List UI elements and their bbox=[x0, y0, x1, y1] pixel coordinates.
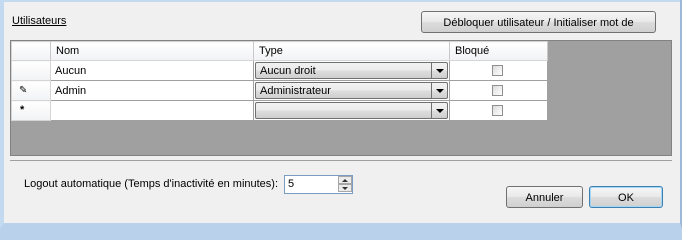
name-cell[interactable]: Admin bbox=[50, 80, 254, 101]
blocked-cell bbox=[449, 80, 548, 101]
logout-minutes-value[interactable]: 5 bbox=[288, 178, 294, 190]
type-cell: Administrateur bbox=[253, 80, 450, 101]
type-combobox[interactable] bbox=[255, 102, 448, 119]
corner-cell[interactable] bbox=[11, 41, 51, 61]
dropdown-arrow-icon[interactable] bbox=[431, 63, 447, 78]
name-cell[interactable]: Aucun bbox=[50, 60, 254, 81]
type-combobox-value: Administrateur bbox=[260, 85, 331, 97]
unlock-user-button[interactable]: Débloquer utilisateur / Initialiser mot … bbox=[421, 11, 656, 49]
users-table: Nom Type Bloqué Aucun Aucun droit ✎ Admi… bbox=[11, 41, 548, 121]
table-row-new: * bbox=[11, 100, 548, 121]
users-section-title: Utilisateurs bbox=[12, 15, 67, 27]
cancel-button[interactable]: Annuler bbox=[506, 186, 583, 208]
blocked-checkbox[interactable] bbox=[492, 65, 503, 76]
users-grid: Nom Type Bloqué Aucun Aucun droit ✎ Admi… bbox=[10, 40, 672, 156]
blocked-cell bbox=[449, 60, 548, 81]
top-border bbox=[4, 0, 680, 2]
logout-minutes-spinner[interactable]: 5 bbox=[284, 175, 353, 194]
type-combobox[interactable]: Aucun droit bbox=[255, 62, 448, 79]
type-combobox[interactable]: Administrateur bbox=[255, 82, 448, 99]
blocked-checkbox[interactable] bbox=[492, 85, 503, 96]
divider bbox=[10, 160, 672, 161]
header-row: Nom Type Bloqué bbox=[11, 41, 548, 61]
spin-up-icon[interactable] bbox=[338, 176, 352, 184]
new-row-icon: * bbox=[20, 104, 25, 116]
logout-label: Logout automatique (Temps d'inactivité e… bbox=[24, 178, 279, 190]
row-header[interactable]: ✎ bbox=[11, 80, 51, 101]
blocked-cell bbox=[449, 100, 548, 121]
type-cell: Aucun droit bbox=[253, 60, 450, 81]
column-header-nom[interactable]: Nom bbox=[50, 41, 254, 61]
type-combobox-value: Aucun droit bbox=[260, 65, 316, 77]
spin-down-icon[interactable] bbox=[338, 184, 352, 192]
spinner-buttons bbox=[338, 176, 352, 193]
ok-button[interactable]: OK bbox=[589, 186, 663, 208]
blocked-checkbox[interactable] bbox=[492, 105, 503, 116]
table-row: Aucun Aucun droit bbox=[11, 60, 548, 81]
column-header-bloque[interactable]: Bloqué bbox=[449, 41, 548, 61]
row-header[interactable]: * bbox=[11, 100, 51, 121]
pencil-icon: ✎ bbox=[19, 85, 28, 96]
dropdown-arrow-icon[interactable] bbox=[431, 103, 447, 118]
type-cell bbox=[253, 100, 450, 121]
name-cell[interactable] bbox=[50, 100, 254, 121]
row-header[interactable] bbox=[11, 60, 51, 81]
dropdown-arrow-icon[interactable] bbox=[431, 83, 447, 98]
column-header-type[interactable]: Type bbox=[253, 41, 450, 61]
table-row: ✎ Admin Administrateur bbox=[11, 80, 548, 101]
dialog-window: Utilisateurs Débloquer utilisateur / Ini… bbox=[0, 0, 682, 229]
